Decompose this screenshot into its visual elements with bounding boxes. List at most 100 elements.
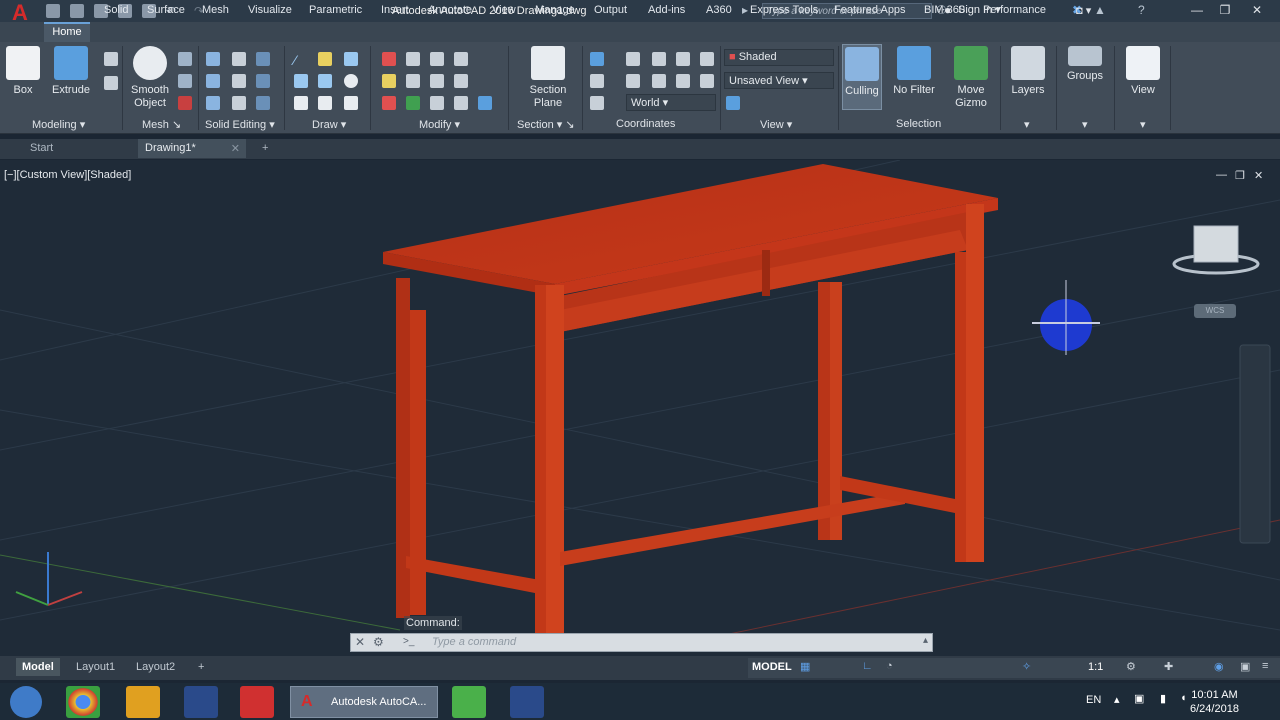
isolate-icon[interactable]: ◉	[1214, 660, 1224, 673]
slice-icon[interactable]	[232, 52, 246, 66]
close-command-icon[interactable]: ✕	[355, 635, 365, 649]
annotation-scale[interactable]: 1:1	[1088, 661, 1103, 673]
section-plane-button[interactable]: Section Plane	[524, 46, 572, 110]
tab-bim-360[interactable]: BIM 360	[924, 4, 965, 16]
panel-modeling[interactable]: Modeling ▾	[32, 118, 85, 131]
extract-edges-icon[interactable]	[256, 74, 270, 88]
thicken-icon[interactable]	[232, 74, 246, 88]
line-icon[interactable]: ⁄	[294, 52, 308, 68]
panel-view[interactable]: View ▾	[760, 118, 792, 131]
maximize-button[interactable]: ❐	[1212, 1, 1238, 19]
panel-groups-expand[interactable]: ▾	[1082, 118, 1088, 131]
stretch-icon[interactable]	[454, 74, 468, 88]
viewport-config-icon[interactable]	[726, 96, 740, 110]
command-input[interactable]: Type a command	[432, 636, 516, 648]
union-icon[interactable]	[206, 52, 220, 66]
ucs-icon[interactable]	[590, 52, 604, 66]
trim-icon[interactable]	[382, 52, 396, 66]
close-tab-icon[interactable]: ✕	[231, 142, 240, 155]
ucs-object-icon[interactable]	[626, 74, 640, 88]
coordinate-system-dropdown[interactable]: World ▾	[626, 94, 716, 111]
media-player-classic-icon[interactable]	[510, 686, 544, 718]
panel-coordinates[interactable]: Coordinates	[616, 118, 675, 130]
ribbon-toggle-icon[interactable]: ◘ ▾	[1076, 4, 1091, 17]
tab-manage[interactable]: Manage	[535, 4, 575, 16]
tab-view[interactable]: View	[492, 4, 516, 16]
copy-icon[interactable]	[430, 52, 444, 66]
panel-draw[interactable]: Draw ▾	[312, 118, 346, 131]
tab-mesh[interactable]: Mesh	[202, 4, 229, 16]
presspull-icon[interactable]	[104, 52, 118, 66]
clean-screen-icon[interactable]: ▣	[1240, 660, 1250, 673]
drawing-viewport[interactable]	[0, 159, 1280, 656]
wcs-menu-icon[interactable]: WCS	[1194, 304, 1236, 318]
circle-icon[interactable]	[294, 74, 308, 88]
tab-express-tools[interactable]: Express Tools	[750, 4, 818, 16]
rotate-icon[interactable]	[454, 52, 468, 66]
add-layout-button[interactable]: +	[192, 658, 210, 676]
search-menu-icon[interactable]: ▸	[742, 3, 748, 17]
offset-icon[interactable]	[430, 96, 444, 110]
tab-layout1[interactable]: Layout1	[70, 658, 121, 676]
tab-a360[interactable]: A360	[706, 4, 732, 16]
tab-start[interactable]: Start	[30, 142, 53, 154]
fillet-edge-icon[interactable]	[104, 76, 118, 90]
language-indicator[interactable]: EN	[1086, 694, 1101, 706]
intersect-icon[interactable]	[206, 96, 220, 110]
ucs-world-icon[interactable]	[676, 74, 690, 88]
tab-annotate[interactable]: Annotate	[428, 4, 472, 16]
ucs-3point-icon[interactable]	[652, 52, 666, 66]
viewport-minimize-icon[interactable]: —	[1216, 169, 1227, 181]
culling-button[interactable]: Culling	[842, 44, 882, 110]
a360-icon[interactable]: ▲	[1094, 3, 1106, 17]
tab-output[interactable]: Output	[594, 4, 627, 16]
layers-button[interactable]: Layers	[1008, 46, 1048, 97]
scale-icon[interactable]	[430, 74, 444, 88]
viewport-close-icon[interactable]: ✕	[1254, 169, 1263, 182]
panel-mesh[interactable]: Mesh ↘	[142, 118, 181, 131]
model-space-button[interactable]: MODEL	[752, 661, 792, 673]
tab-home[interactable]: Home	[44, 22, 90, 42]
no-filter-button[interactable]: No Filter	[890, 46, 938, 97]
minimize-button[interactable]: —	[1184, 1, 1210, 19]
extrude-button[interactable]: Extrude	[50, 46, 92, 97]
mesh-crease-icon[interactable]	[178, 74, 192, 88]
new-tab-button[interactable]: +	[262, 142, 268, 154]
ortho-icon[interactable]: ∟	[862, 660, 873, 672]
command-history-toggle-icon[interactable]: ▴	[923, 635, 928, 646]
chrome-icon[interactable]	[66, 686, 100, 718]
region-icon[interactable]	[344, 96, 358, 110]
mesh-uncrease-icon[interactable]	[178, 96, 192, 110]
ucs-previous-icon[interactable]	[700, 74, 714, 88]
power-icon[interactable]: ▮	[1160, 692, 1166, 705]
smooth-object-button[interactable]: Smooth Object	[126, 46, 174, 110]
tab-parametric[interactable]: Parametric	[309, 4, 362, 16]
add-icon[interactable]: ✚	[1164, 660, 1173, 673]
customize-icon[interactable]: ⚙	[373, 635, 384, 649]
mesh-refine-icon[interactable]	[178, 52, 192, 66]
separate-icon[interactable]	[256, 96, 270, 110]
ucs-x-icon[interactable]	[676, 52, 690, 66]
point-icon[interactable]	[344, 74, 358, 88]
volume-icon[interactable]: ◖	[1180, 692, 1187, 704]
panel-view2-expand[interactable]: ▾	[1140, 118, 1146, 131]
tab-layout2[interactable]: Layout2	[130, 658, 181, 676]
pdf-icon[interactable]	[240, 686, 274, 718]
tab-featured-apps[interactable]: Featured Apps	[834, 4, 906, 16]
help-icon[interactable]: ?	[1138, 3, 1145, 17]
move-gizmo-button[interactable]: Move Gizmo	[948, 46, 994, 110]
panel-modify[interactable]: Modify ▾	[419, 118, 460, 131]
move-icon[interactable]	[406, 52, 420, 66]
viewport-restore-icon[interactable]: ❐	[1235, 169, 1245, 182]
panel-section[interactable]: Section ▾ ↘	[517, 118, 575, 131]
tab-surface[interactable]: Surface	[147, 4, 185, 16]
start-button[interactable]	[10, 686, 42, 718]
polar-icon[interactable]: ◔	[886, 660, 893, 672]
navigation-bar[interactable]	[1239, 344, 1271, 544]
groups-button[interactable]: Groups	[1062, 46, 1108, 83]
named-view-dropdown[interactable]: Unsaved View ▾	[724, 72, 834, 89]
taskbar-autocad-button[interactable]: A Autodesk AutoCA...	[290, 686, 438, 718]
view-button[interactable]: View	[1124, 46, 1162, 97]
viewport-controls[interactable]: [−][Custom View][Shaded]	[4, 169, 131, 181]
panel-selection[interactable]: Selection	[896, 118, 941, 130]
